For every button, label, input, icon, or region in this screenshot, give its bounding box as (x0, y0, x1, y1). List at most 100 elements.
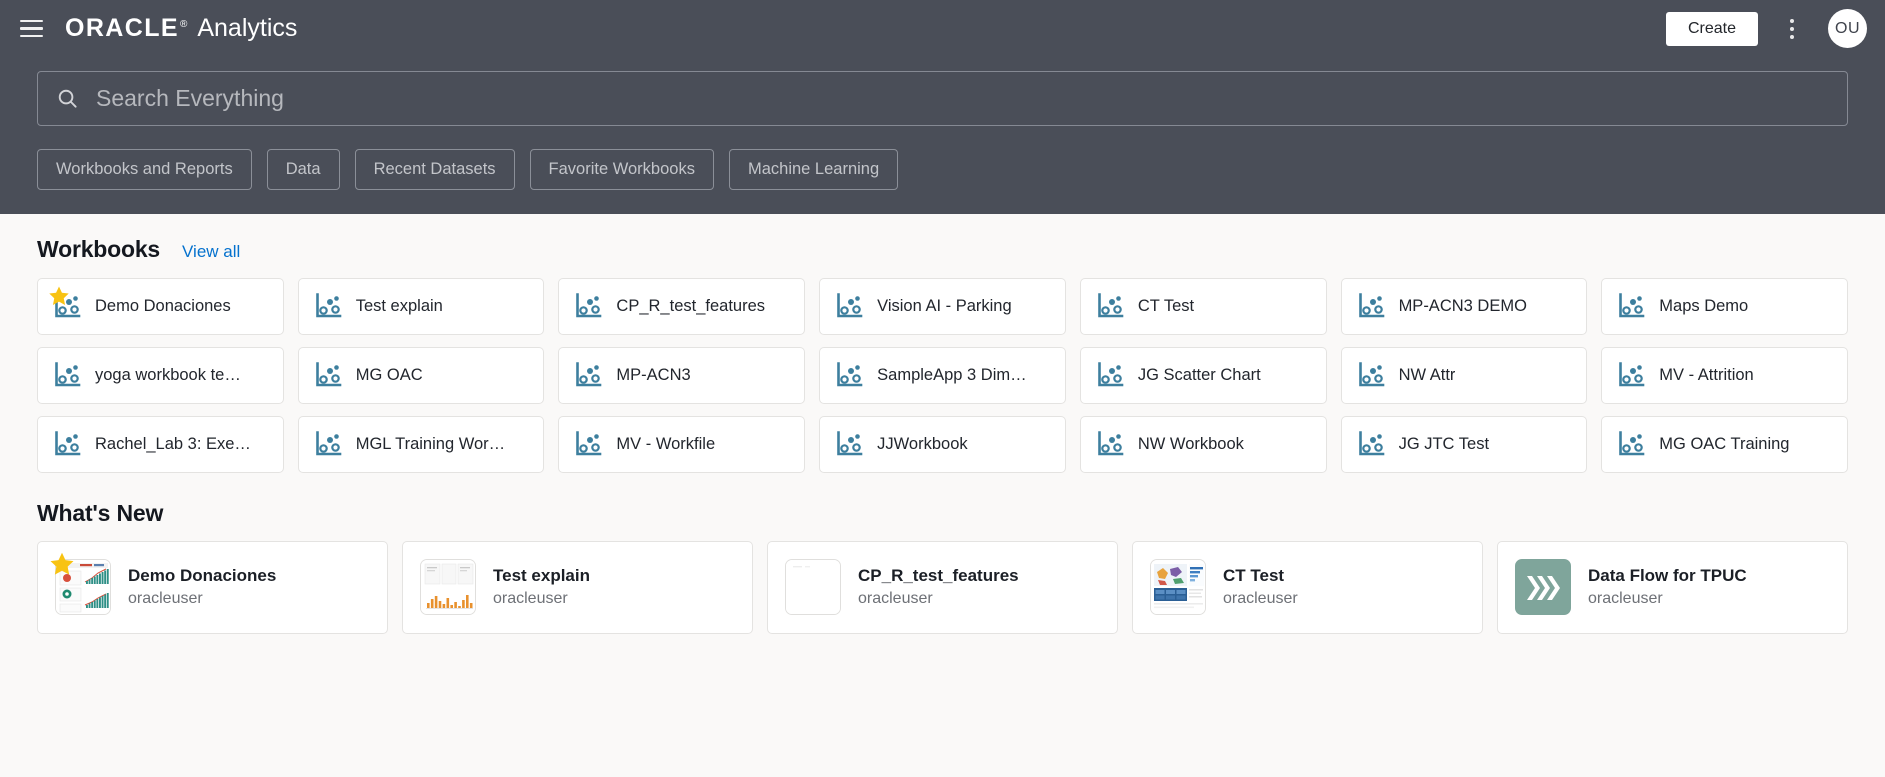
workbook-card[interactable]: MP-ACN3 (558, 347, 805, 404)
workbook-scatter-icon (1095, 360, 1125, 390)
product-name: Analytics (197, 14, 297, 43)
workbook-card[interactable]: Maps Demo (1601, 278, 1848, 335)
workbook-scatter-icon (1616, 429, 1646, 459)
workbook-scatter-icon (1095, 291, 1125, 321)
whats-new-card[interactable]: CT Test oracleuser (1132, 541, 1483, 634)
whats-new-card[interactable]: Test explain oracleuser (402, 541, 753, 634)
filter-pill-favorite-workbooks[interactable]: Favorite Workbooks (530, 149, 714, 190)
whats-new-text: CP_R_test_features oracleuser (858, 566, 1019, 608)
workbook-card[interactable]: MV - Attrition (1601, 347, 1848, 404)
whats-new-card[interactable]: Data Flow for TPUC oracleuser (1497, 541, 1848, 634)
brand-logo: ORACLE ® Analytics (65, 14, 297, 43)
header-actions: Create OU (1666, 7, 1867, 51)
workbook-label: MG OAC Training (1659, 435, 1789, 454)
search-section: Search Everything (0, 57, 1885, 126)
thumbnail-preview-dataflow-chevrons (1516, 560, 1570, 614)
whats-new-thumbnail (1150, 559, 1206, 615)
workbook-card[interactable]: Rachel_Lab 3: Exe… (37, 416, 284, 473)
workbook-scatter-icon (52, 429, 82, 459)
avatar[interactable]: OU (1828, 9, 1867, 48)
workbook-scatter-icon (573, 429, 603, 459)
filter-pill-machine-learning[interactable]: Machine Learning (729, 149, 898, 190)
whats-new-item-owner: oracleuser (493, 590, 590, 608)
workbook-label: MG OAC (356, 366, 423, 385)
workbook-card[interactable]: MG OAC Training (1601, 416, 1848, 473)
workbook-card[interactable]: JJWorkbook (819, 416, 1066, 473)
search-icon (56, 87, 79, 110)
main-content: Workbooks View all Demo DonacionesTest e… (0, 214, 1885, 634)
app-header: ORACLE ® Analytics Create OU (0, 0, 1885, 57)
workbook-scatter-icon (834, 291, 864, 321)
workbook-card[interactable]: JG JTC Test (1341, 416, 1588, 473)
workbook-label: CT Test (1138, 297, 1194, 316)
workbook-card[interactable]: Demo Donaciones (37, 278, 284, 335)
search-input[interactable]: Search Everything (37, 71, 1848, 126)
workbook-label: SampleApp 3 Dim… (877, 366, 1026, 385)
workbook-card[interactable]: JG Scatter Chart (1080, 347, 1327, 404)
workbook-label: CP_R_test_features (616, 297, 765, 316)
workbook-label: MP-ACN3 DEMO (1399, 297, 1527, 316)
whats-new-item-owner: oracleuser (128, 590, 276, 608)
workbook-scatter-icon (1616, 360, 1646, 390)
filter-pill-workbooks-and-reports[interactable]: Workbooks and Reports (37, 149, 252, 190)
workbooks-grid: Demo Donaciones Test explain CP_R_test_fea… (37, 278, 1848, 473)
workbook-label: NW Workbook (1138, 435, 1244, 454)
workbook-card[interactable]: yoga workbook te… (37, 347, 284, 404)
whats-new-text: Demo Donacionesoracleuser (128, 566, 276, 608)
whats-new-item-owner: oracleuser (1223, 590, 1298, 608)
workbook-label: Demo Donaciones (95, 297, 231, 316)
workbook-label: MV - Workfile (616, 435, 715, 454)
workbook-scatter-icon (52, 291, 82, 321)
workbook-card[interactable]: MP-ACN3 DEMO (1341, 278, 1588, 335)
whats-new-thumbnail (1515, 559, 1571, 615)
whats-new-text: CT Test oracleuser (1223, 566, 1298, 608)
kebab-menu-icon[interactable] (1770, 7, 1814, 51)
workbook-scatter-icon (573, 291, 603, 321)
whats-new-item-title: CP_R_test_features (858, 566, 1019, 586)
workbook-card[interactable]: CP_R_test_features (558, 278, 805, 335)
whats-new-item-title: CT Test (1223, 566, 1298, 586)
workbook-scatter-icon (1095, 429, 1125, 459)
workbook-label: JG Scatter Chart (1138, 366, 1261, 385)
thumbnail-preview-bars-orange (421, 560, 475, 614)
whats-new-card[interactable]: Demo Donacionesoracleuser (37, 541, 388, 634)
workbook-scatter-icon (313, 429, 343, 459)
whats-new-card[interactable]: CP_R_test_features oracleuser (767, 541, 1118, 634)
workbook-label: MGL Training Wor… (356, 435, 505, 454)
whats-new-item-owner: oracleuser (1588, 590, 1747, 608)
workbook-scatter-icon (573, 360, 603, 390)
whats-new-item-title: Test explain (493, 566, 590, 586)
whats-new-thumbnail (55, 559, 111, 615)
workbook-card[interactable]: SampleApp 3 Dim… (819, 347, 1066, 404)
filter-pill-recent-datasets[interactable]: Recent Datasets (355, 149, 515, 190)
workbook-scatter-icon (1356, 291, 1386, 321)
workbook-card[interactable]: MV - Workfile (558, 416, 805, 473)
workbook-card[interactable]: NW Attr (1341, 347, 1588, 404)
workbook-card[interactable]: CT Test (1080, 278, 1327, 335)
workbook-label: MV - Attrition (1659, 366, 1753, 385)
workbook-card[interactable]: MG OAC (298, 347, 545, 404)
create-button[interactable]: Create (1666, 12, 1758, 46)
registered-trademark-icon: ® (180, 19, 187, 30)
filter-pill-bar: Workbooks and Reports Data Recent Datase… (0, 126, 1885, 214)
workbook-scatter-icon (52, 360, 82, 390)
workbook-scatter-icon (1616, 291, 1646, 321)
workbook-scatter-icon (313, 291, 343, 321)
workbook-scatter-icon (1356, 360, 1386, 390)
workbook-card[interactable]: Test explain (298, 278, 545, 335)
workbook-label: JG JTC Test (1399, 435, 1489, 454)
workbook-card[interactable]: Vision AI - Parking (819, 278, 1066, 335)
whats-new-item-owner: oracleuser (858, 590, 1019, 608)
view-all-workbooks-link[interactable]: View all (182, 242, 240, 262)
workbook-label: yoga workbook te… (95, 366, 241, 385)
hamburger-icon[interactable] (14, 12, 48, 46)
filter-pill-data[interactable]: Data (267, 149, 340, 190)
oracle-wordmark: ORACLE (65, 14, 179, 43)
whats-new-item-title: Data Flow for TPUC (1588, 566, 1747, 586)
workbook-card[interactable]: MGL Training Wor… (298, 416, 545, 473)
workbook-scatter-icon (1356, 429, 1386, 459)
workbook-card[interactable]: NW Workbook (1080, 416, 1327, 473)
workbook-label: MP-ACN3 (616, 366, 690, 385)
thumbnail-preview-blank (786, 560, 840, 614)
whats-new-text: Test explain oracleuser (493, 566, 590, 608)
